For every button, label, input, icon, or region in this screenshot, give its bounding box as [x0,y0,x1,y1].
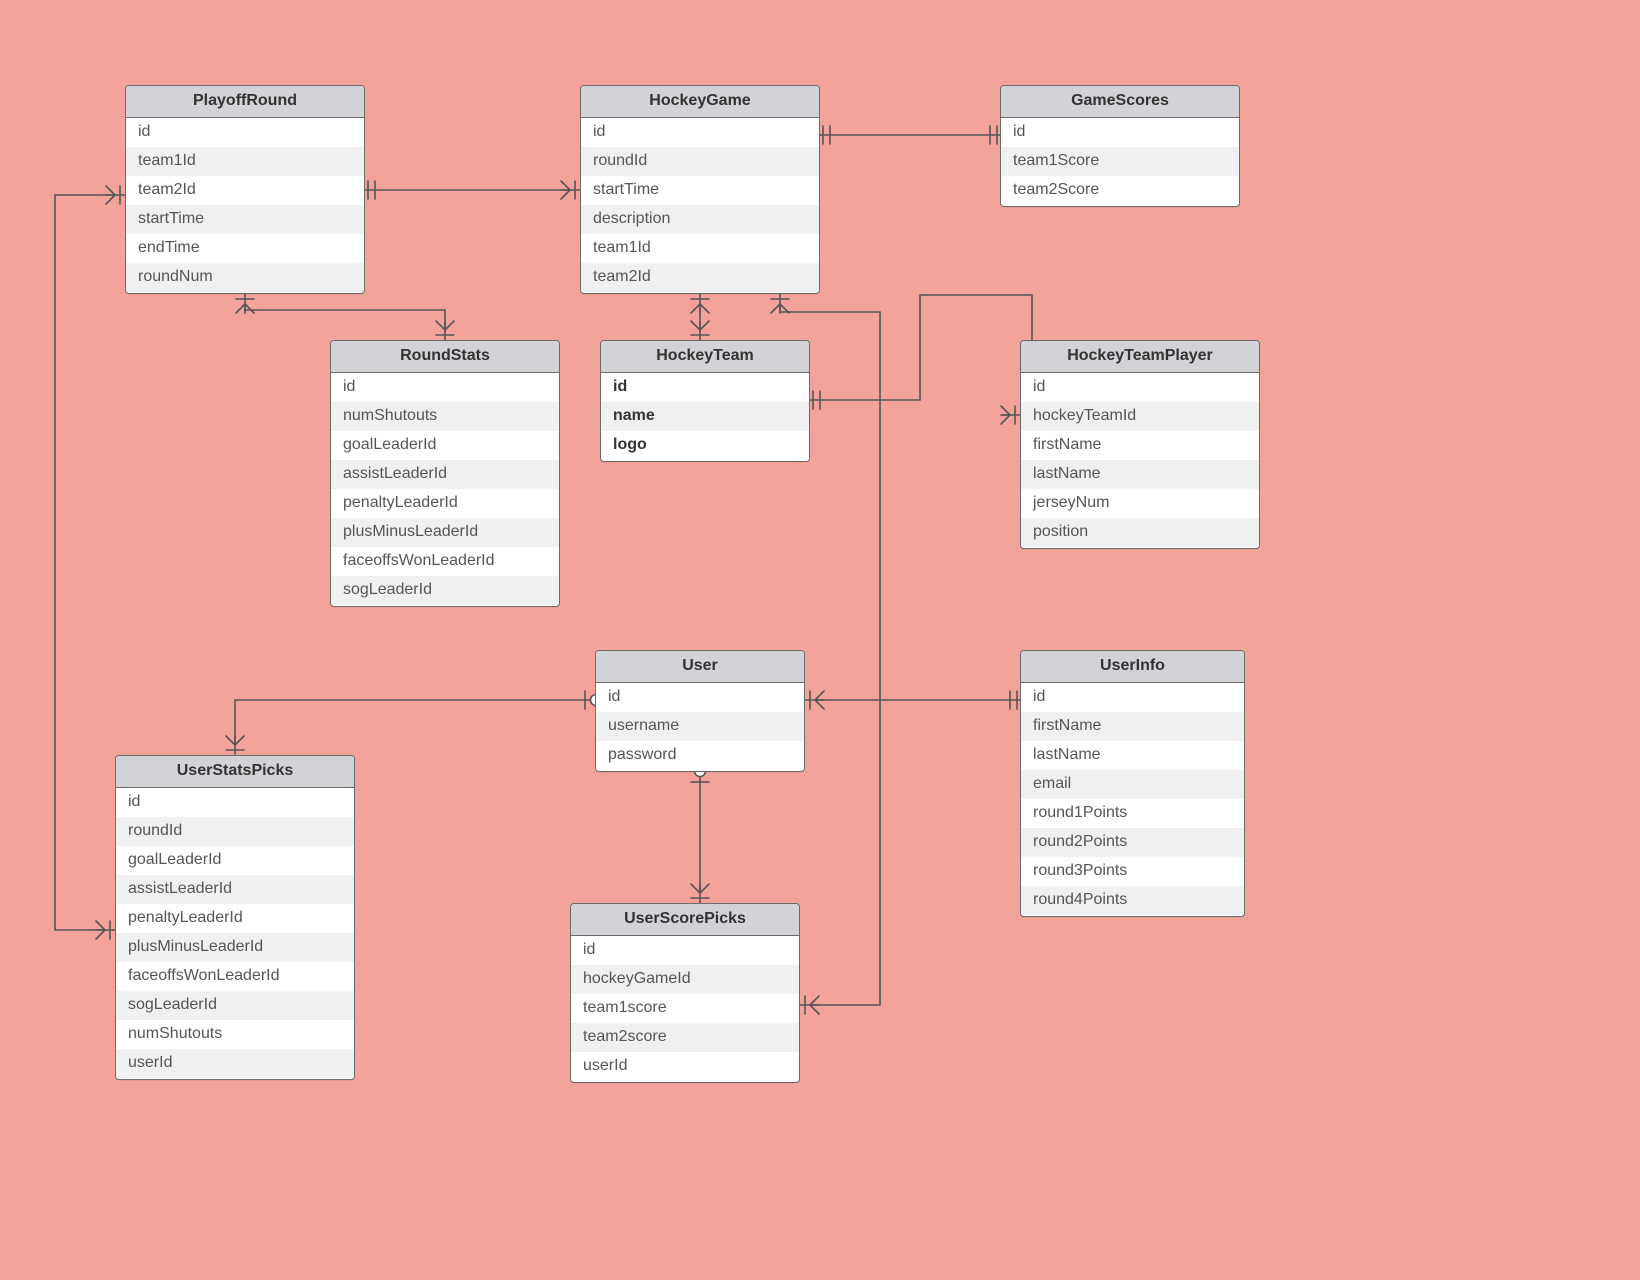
entity-field: lastName [1021,741,1244,770]
entity-field: position [1021,518,1259,547]
entity-field: penaltyLeaderId [331,489,559,518]
entity-title: PlayoffRound [126,86,364,118]
entity-field: numShutouts [331,402,559,431]
entity-field: round2Points [1021,828,1244,857]
entity-hockeyteamplayer[interactable]: HockeyTeamPlayeridhockeyTeamIdfirstNamel… [1020,340,1260,549]
entity-roundstats[interactable]: RoundStatsidnumShutoutsgoalLeaderIdassis… [330,340,560,607]
entity-hockeyteam[interactable]: HockeyTeamidnamelogo [600,340,810,462]
entity-field: logo [601,431,809,460]
entity-field: endTime [126,234,364,263]
entity-field: id [581,118,819,147]
entity-field: name [601,402,809,431]
entity-title: GameScores [1001,86,1239,118]
entity-field: team1Id [581,234,819,263]
entity-field: team2Id [126,176,364,205]
entity-field: userId [116,1049,354,1078]
entity-user[interactable]: Useridusernamepassword [595,650,805,772]
entity-field: id [571,936,799,965]
entity-field: team2Id [581,263,819,292]
entity-field: round3Points [1021,857,1244,886]
entity-title: HockeyTeamPlayer [1021,341,1259,373]
entity-field: id [596,683,804,712]
entity-field: numShutouts [116,1020,354,1049]
entity-field: id [331,373,559,402]
entity-field: team1score [571,994,799,1023]
entity-field: roundId [581,147,819,176]
entity-field: id [116,788,354,817]
entity-field: firstName [1021,431,1259,460]
entity-field: team2score [571,1023,799,1052]
entity-field: lastName [1021,460,1259,489]
entity-title: User [596,651,804,683]
entity-field: faceoffsWonLeaderId [116,962,354,991]
entity-field: startTime [126,205,364,234]
entity-field: penaltyLeaderId [116,904,354,933]
entity-hockeygame[interactable]: HockeyGameidroundIdstartTimedescriptiont… [580,85,820,294]
entity-field: goalLeaderId [331,431,559,460]
entity-field: roundNum [126,263,364,292]
entity-field: password [596,741,804,770]
entity-field: firstName [1021,712,1244,741]
entity-field: sogLeaderId [116,991,354,1020]
entity-field: sogLeaderId [331,576,559,605]
entity-field: hockeyGameId [571,965,799,994]
entity-field: id [126,118,364,147]
entity-userscorepicks[interactable]: UserScorePicksidhockeyGameIdteam1scorete… [570,903,800,1083]
entity-field: description [581,205,819,234]
entity-gamescores[interactable]: GameScoresidteam1Scoreteam2Score [1000,85,1240,207]
entity-field: assistLeaderId [116,875,354,904]
entity-field: startTime [581,176,819,205]
entity-field: id [1021,373,1259,402]
entity-title: HockeyTeam [601,341,809,373]
entity-field: team1Score [1001,147,1239,176]
entity-field: id [601,373,809,402]
entity-field: round1Points [1021,799,1244,828]
entity-field: hockeyTeamId [1021,402,1259,431]
entity-field: team2Score [1001,176,1239,205]
entity-field: id [1001,118,1239,147]
entity-field: username [596,712,804,741]
entity-userinfo[interactable]: UserInfoidfirstNamelastNameemailround1Po… [1020,650,1245,917]
entity-title: HockeyGame [581,86,819,118]
entity-field: email [1021,770,1244,799]
entity-title: UserScorePicks [571,904,799,936]
entity-playoffround[interactable]: PlayoffRoundidteam1Idteam2IdstartTimeend… [125,85,365,294]
entity-field: jerseyNum [1021,489,1259,518]
entity-field: roundId [116,817,354,846]
entity-field: faceoffsWonLeaderId [331,547,559,576]
entity-field: goalLeaderId [116,846,354,875]
entity-field: round4Points [1021,886,1244,915]
entity-title: UserStatsPicks [116,756,354,788]
entity-field: team1Id [126,147,364,176]
entity-field: assistLeaderId [331,460,559,489]
er-diagram-canvas: PlayoffRoundidteam1Idteam2IdstartTimeend… [0,0,1640,1280]
entity-title: RoundStats [331,341,559,373]
entity-field: userId [571,1052,799,1081]
entity-field: id [1021,683,1244,712]
entity-title: UserInfo [1021,651,1244,683]
entity-field: plusMinusLeaderId [331,518,559,547]
entity-userstatspicks[interactable]: UserStatsPicksidroundIdgoalLeaderIdassis… [115,755,355,1080]
entity-field: plusMinusLeaderId [116,933,354,962]
